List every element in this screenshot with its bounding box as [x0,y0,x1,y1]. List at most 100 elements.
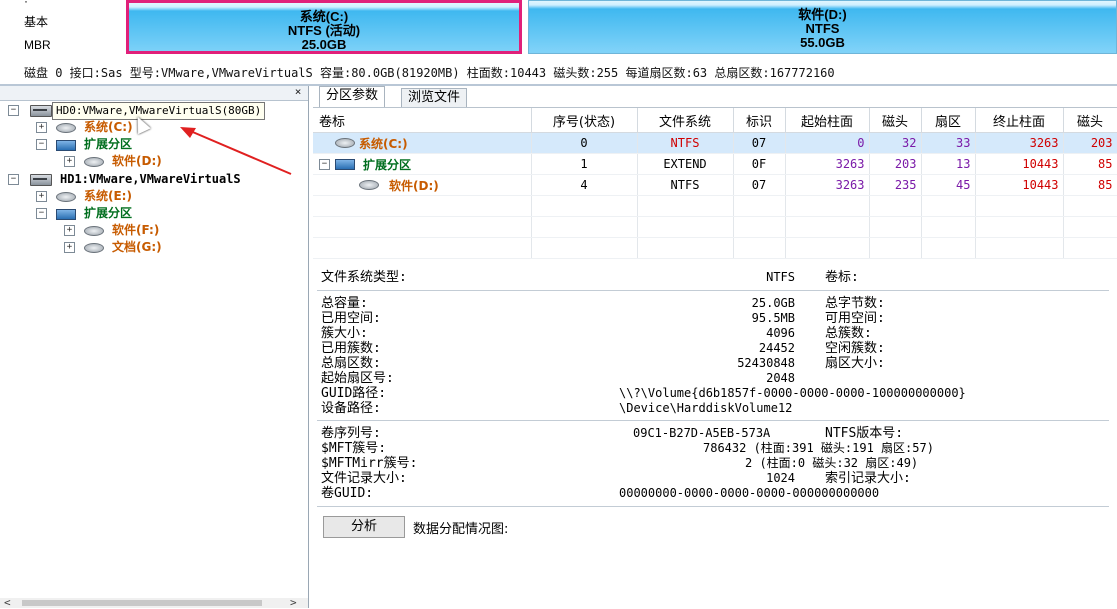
detail-value: 4096 [766,326,795,340]
tree-node-extended-2[interactable]: − 扩展分区 [36,205,306,221]
detail-label: 已用空间: [321,311,381,326]
column-header-sector[interactable]: 扇区 [921,108,976,133]
column-header-index[interactable]: 序号(状态) [531,108,638,133]
collapse-icon[interactable]: − [319,159,330,170]
scroll-right-icon[interactable]: > [290,596,297,609]
partition-table: 卷标 序号(状态) 文件系统 标识 起始柱面 磁头 扇区 终止柱面 磁头 系统(… [313,108,1117,260]
column-header-start-cyl[interactable]: 起始柱面 [785,108,870,133]
expand-icon[interactable]: + [36,191,47,202]
device-path-value: \Device\HarddiskVolume12 [619,401,793,415]
expand-icon[interactable]: + [36,122,47,133]
column-header-label[interactable]: 卷标 [313,108,532,133]
partition-icon [335,138,355,148]
extended-partition-icon [335,159,355,170]
volume-guid-label: 卷GUID: [321,486,374,501]
disk-info-line: 磁盘 0 接口:Sas 型号:VMware,VMwareVirtualS 容量:… [24,66,835,80]
close-icon[interactable]: × [292,85,304,99]
cell-fs: NTFS [637,132,734,154]
annotation-arrow-icon [180,127,292,175]
cell-id: 07 [733,132,786,154]
table-row[interactable]: 系统(C:) 0 NTFS 07 0 32 33 3263 203 [313,132,1117,154]
device-path-label: 设备路径: [321,401,381,416]
cell-index: 0 [531,132,638,154]
scrollbar-thumb[interactable] [22,600,262,606]
partition-icon [56,123,76,133]
detail-value: 52430848 [737,356,795,370]
disk-map-bar: · 基本 MBR 系统(C:) NTFS (活动) 25.0GB 软件(D:) … [0,0,1117,58]
tab-strip: 分区参数 浏览文件 [313,86,1117,108]
detail-label-2: 总字节数: [825,296,885,311]
scroll-left-icon[interactable]: < [4,596,11,609]
table-row[interactable]: 软件(D:) 4 NTFS 07 3263 235 45 10443 85 [313,174,1117,196]
detail-label: 已用簇数: [321,341,381,356]
tree-node-label: 文档(G:) [112,240,162,254]
column-header-id[interactable]: 标识 [733,108,786,133]
collapse-icon[interactable]: − [36,208,47,219]
partition-icon [359,180,379,190]
cell-start-sector: 33 [921,132,976,154]
detail-label-2: 可用空间: [825,311,885,326]
cell-id: 0F [733,153,786,175]
hard-disk-icon [30,174,52,186]
tree-node-partition-f[interactable]: + 软件(F:) [64,222,304,238]
tree-horizontal-scrollbar[interactable]: < > [0,596,308,609]
divider [317,420,1109,421]
record-size-value: 1024 [766,471,795,485]
detail-value: 95.5MB [751,311,795,325]
partition-icon [56,192,76,202]
column-header-head[interactable]: 磁头 [869,108,922,133]
detail-label: 起始扇区号: [321,371,394,386]
analyze-button[interactable]: 分析 [323,516,405,538]
partition-icon [84,243,104,253]
tree-node-label: 软件(D:) [112,154,162,168]
volume-label-label: 卷标: [825,270,859,285]
row-label: 软件(D:) [389,178,439,193]
disk-tree-panel: × − + 系统(C:) − 扩展分区 + 软件(D:) − HD1:VMwar… [0,85,309,609]
cell-start-head: 32 [869,132,922,154]
partition-detail-panel: 分区参数 浏览文件 卷标 序号(状态) 文件系统 标识 起始柱面 磁头 扇区 终… [313,86,1117,608]
volume-details: 文件系统类型: NTFS 卷标: 总容量: 25.0GB 总字节数: 已用空间:… [313,262,1117,608]
collapse-icon[interactable]: − [8,174,19,185]
row-label: 系统(C:) [359,136,408,151]
cell-start-head: 203 [869,153,922,175]
cell-fs: EXTEND [637,153,734,175]
tree-node-partition-g[interactable]: + 文档(G:) [64,239,304,255]
partition-block-d[interactable]: 软件(D:) NTFS 55.0GB [528,0,1117,54]
partition-icon [84,157,104,167]
collapse-icon[interactable]: − [8,105,19,116]
tab-partition-params[interactable]: 分区参数 [319,86,386,107]
partition-block-c[interactable]: 系统(C:) NTFS (活动) 25.0GB [126,0,522,54]
expand-icon[interactable]: + [64,242,75,253]
divider [317,290,1109,291]
expand-icon[interactable]: + [64,156,75,167]
cell-fs: NTFS [637,174,734,196]
detail-label: 总容量: [321,296,368,311]
collapse-icon[interactable]: − [36,139,47,150]
detail-label-2: 总簇数: [825,326,872,341]
expand-icon[interactable]: + [64,225,75,236]
partition-block-name: 软件(D:) [798,7,847,22]
column-header-end-cyl[interactable]: 终止柱面 [975,108,1064,133]
tooltip-hd0: HD0:VMware,VMwareVirtualS(80GB) [52,102,266,120]
cell-start-sector: 13 [921,153,976,175]
column-header-end-head[interactable]: 磁头 [1063,108,1117,133]
allocation-map-label: 数据分配情况图: [413,522,509,537]
cell-start-sector: 45 [921,174,976,196]
table-row[interactable]: − 扩展分区 1 EXTEND 0F 3263 203 13 10443 85 [313,153,1117,175]
ntfs-version-label: NTFS版本号: [825,426,904,441]
record-size-label: 文件记录大小: [321,471,407,486]
cell-end-cyl: 10443 [975,174,1064,196]
column-header-fs[interactable]: 文件系统 [637,108,734,133]
fs-type-label: 文件系统类型: [321,270,407,285]
tab-browse-files[interactable]: 浏览文件 [401,88,468,107]
partition-block-size: 25.0GB [301,37,347,52]
tree-panel-header [0,86,308,101]
partition-block-fs: NTFS [805,21,840,36]
cell-index: 4 [531,174,638,196]
detail-value: 24452 [758,341,795,355]
disk-type-label-cut: · [24,0,28,8]
extended-partition-icon [56,209,76,220]
tree-node-label: 软件(F:) [112,223,160,237]
tree-node-partition-e[interactable]: + 系统(E:) [36,188,306,204]
detail-value: 25.0GB [751,296,795,310]
